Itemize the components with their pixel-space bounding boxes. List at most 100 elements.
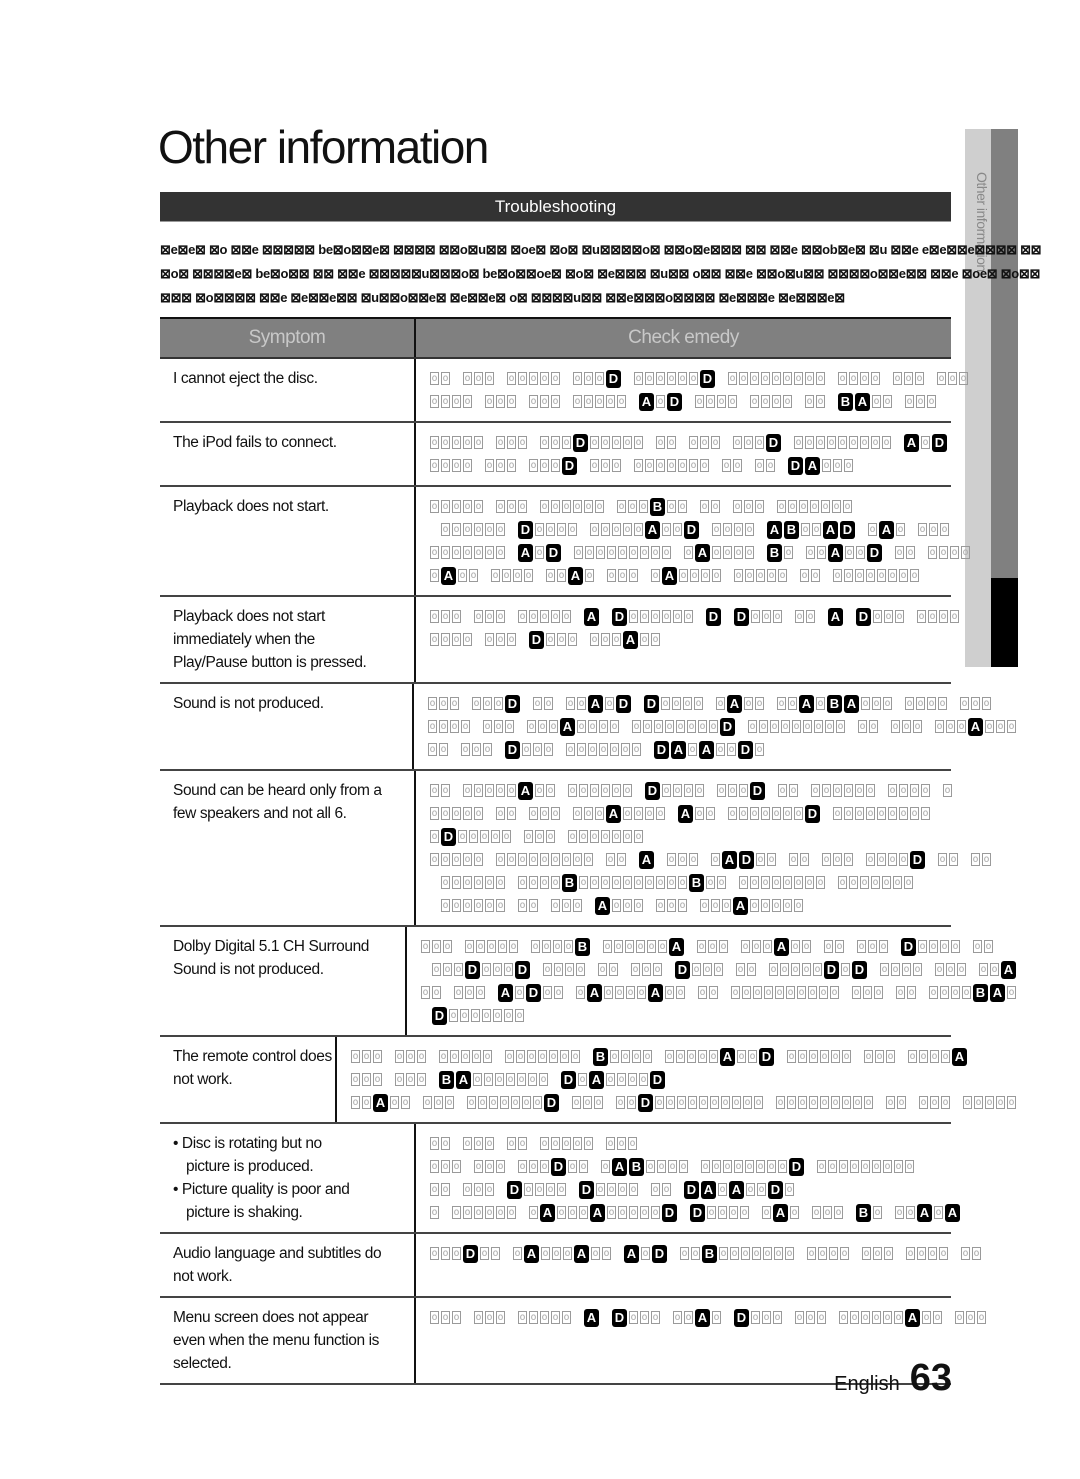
glyph-space	[561, 1097, 572, 1108]
missing-glyph: o	[684, 610, 693, 623]
missing-glyph: o	[866, 807, 875, 820]
missing-glyph: o	[838, 372, 847, 385]
missing-glyph: o	[679, 1160, 688, 1173]
glyph-space	[689, 501, 700, 512]
glyph-space	[516, 721, 527, 732]
missing-glyph: o	[996, 1096, 1005, 1109]
missing-glyph: o	[529, 807, 538, 820]
glyph-space	[662, 1312, 673, 1323]
missing-glyph: o	[795, 1311, 804, 1324]
missing-glyph: o	[929, 986, 938, 999]
missing-glyph: o	[716, 697, 725, 710]
badge-glyph: A	[669, 937, 684, 956]
missing-glyph: o	[445, 1096, 454, 1109]
glyph-space	[813, 941, 824, 952]
badge-glyph: A	[879, 520, 894, 539]
glyph-space	[695, 611, 706, 622]
glyph-space	[634, 785, 645, 796]
missing-glyph: o	[452, 1311, 461, 1324]
missing-glyph: o	[742, 986, 751, 999]
missing-glyph: o	[767, 1160, 776, 1173]
glyph-space	[827, 877, 838, 888]
section-title: Troubleshooting	[160, 192, 951, 222]
missing-glyph: o	[895, 546, 904, 559]
missing-glyph: o	[507, 395, 516, 408]
missing-glyph: o	[527, 720, 536, 733]
glyph-space	[579, 460, 590, 471]
missing-glyph: o	[590, 830, 599, 843]
remedy-cell: ooo ooooo ooooB ooooooA ooo oooAoo oo oo…	[407, 927, 1018, 1037]
glyph-space	[884, 547, 895, 558]
missing-glyph: o	[731, 986, 740, 999]
glyph-space	[496, 1138, 507, 1149]
glyph-space	[485, 808, 496, 819]
missing-glyph: o	[452, 1247, 461, 1260]
missing-glyph: o	[517, 1073, 526, 1086]
missing-glyph: o	[755, 697, 764, 710]
missing-glyph: o	[658, 940, 667, 953]
glyph-space	[654, 1051, 665, 1062]
missing-glyph: o	[744, 436, 753, 449]
missing-glyph: o	[599, 720, 608, 733]
missing-glyph: o	[941, 1050, 950, 1063]
glyph-space	[908, 1097, 919, 1108]
missing-glyph: o	[683, 697, 692, 710]
missing-glyph: o	[963, 1096, 972, 1109]
glyph-space	[562, 808, 573, 819]
missing-glyph: o	[946, 720, 955, 733]
missing-glyph: o	[723, 1160, 732, 1173]
missing-glyph: o	[616, 1096, 625, 1109]
missing-glyph: o	[755, 459, 764, 472]
missing-glyph: o	[579, 784, 588, 797]
missing-glyph: o	[750, 899, 759, 912]
missing-glyph: o	[362, 1096, 371, 1109]
missing-glyph: o	[783, 807, 792, 820]
missing-glyph: o	[500, 1096, 509, 1109]
missing-glyph: o	[787, 1050, 796, 1063]
missing-glyph: o	[601, 436, 610, 449]
missing-glyph: o	[667, 853, 676, 866]
missing-glyph: o	[518, 1311, 527, 1324]
badge-glyph: A	[588, 694, 603, 713]
symptom-cell: Audio language and subtitles do not work.	[160, 1234, 416, 1298]
missing-glyph: o	[695, 784, 704, 797]
missing-glyph: o	[844, 853, 853, 866]
missing-glyph: o	[806, 1311, 815, 1324]
missing-glyph: o	[562, 1137, 571, 1150]
missing-glyph: o	[551, 807, 560, 820]
missing-glyph: o	[899, 853, 908, 866]
missing-glyph: o	[871, 372, 880, 385]
missing-glyph: o	[750, 395, 759, 408]
missing-glyph: o	[882, 436, 891, 449]
missing-glyph: o	[546, 523, 555, 536]
missing-glyph: o	[441, 395, 450, 408]
missing-glyph: o	[476, 986, 485, 999]
missing-glyph: o	[573, 372, 582, 385]
missing-glyph: o	[927, 697, 936, 710]
missing-glyph: o	[744, 500, 753, 513]
missing-glyph: o	[430, 610, 439, 623]
remedy-cell: oo oooooAoo oooooo Doooo oooD oo oooooo …	[416, 771, 1018, 927]
missing-glyph: o	[728, 784, 737, 797]
missing-glyph: o	[684, 784, 693, 797]
glyph-space	[751, 1207, 762, 1218]
missing-glyph: o	[712, 523, 721, 536]
missing-glyph: o	[417, 1050, 426, 1063]
missing-glyph: o	[891, 720, 900, 733]
missing-glyph: o	[579, 1206, 588, 1219]
missing-glyph: o	[824, 940, 833, 953]
missing-glyph: o	[919, 1050, 928, 1063]
missing-glyph: o	[540, 459, 549, 472]
missing-glyph: o	[623, 830, 632, 843]
missing-glyph: o	[695, 807, 704, 820]
missing-glyph: o	[746, 1183, 755, 1196]
glyph-space	[841, 987, 852, 998]
missing-glyph: o	[634, 876, 643, 889]
missing-glyph: o	[910, 807, 919, 820]
missing-glyph: o	[507, 372, 516, 385]
missing-glyph: o	[430, 459, 439, 472]
missing-glyph: o	[957, 720, 966, 733]
missing-glyph: o	[939, 1247, 948, 1260]
glyph-space	[845, 1207, 856, 1218]
missing-glyph: o	[884, 610, 893, 623]
